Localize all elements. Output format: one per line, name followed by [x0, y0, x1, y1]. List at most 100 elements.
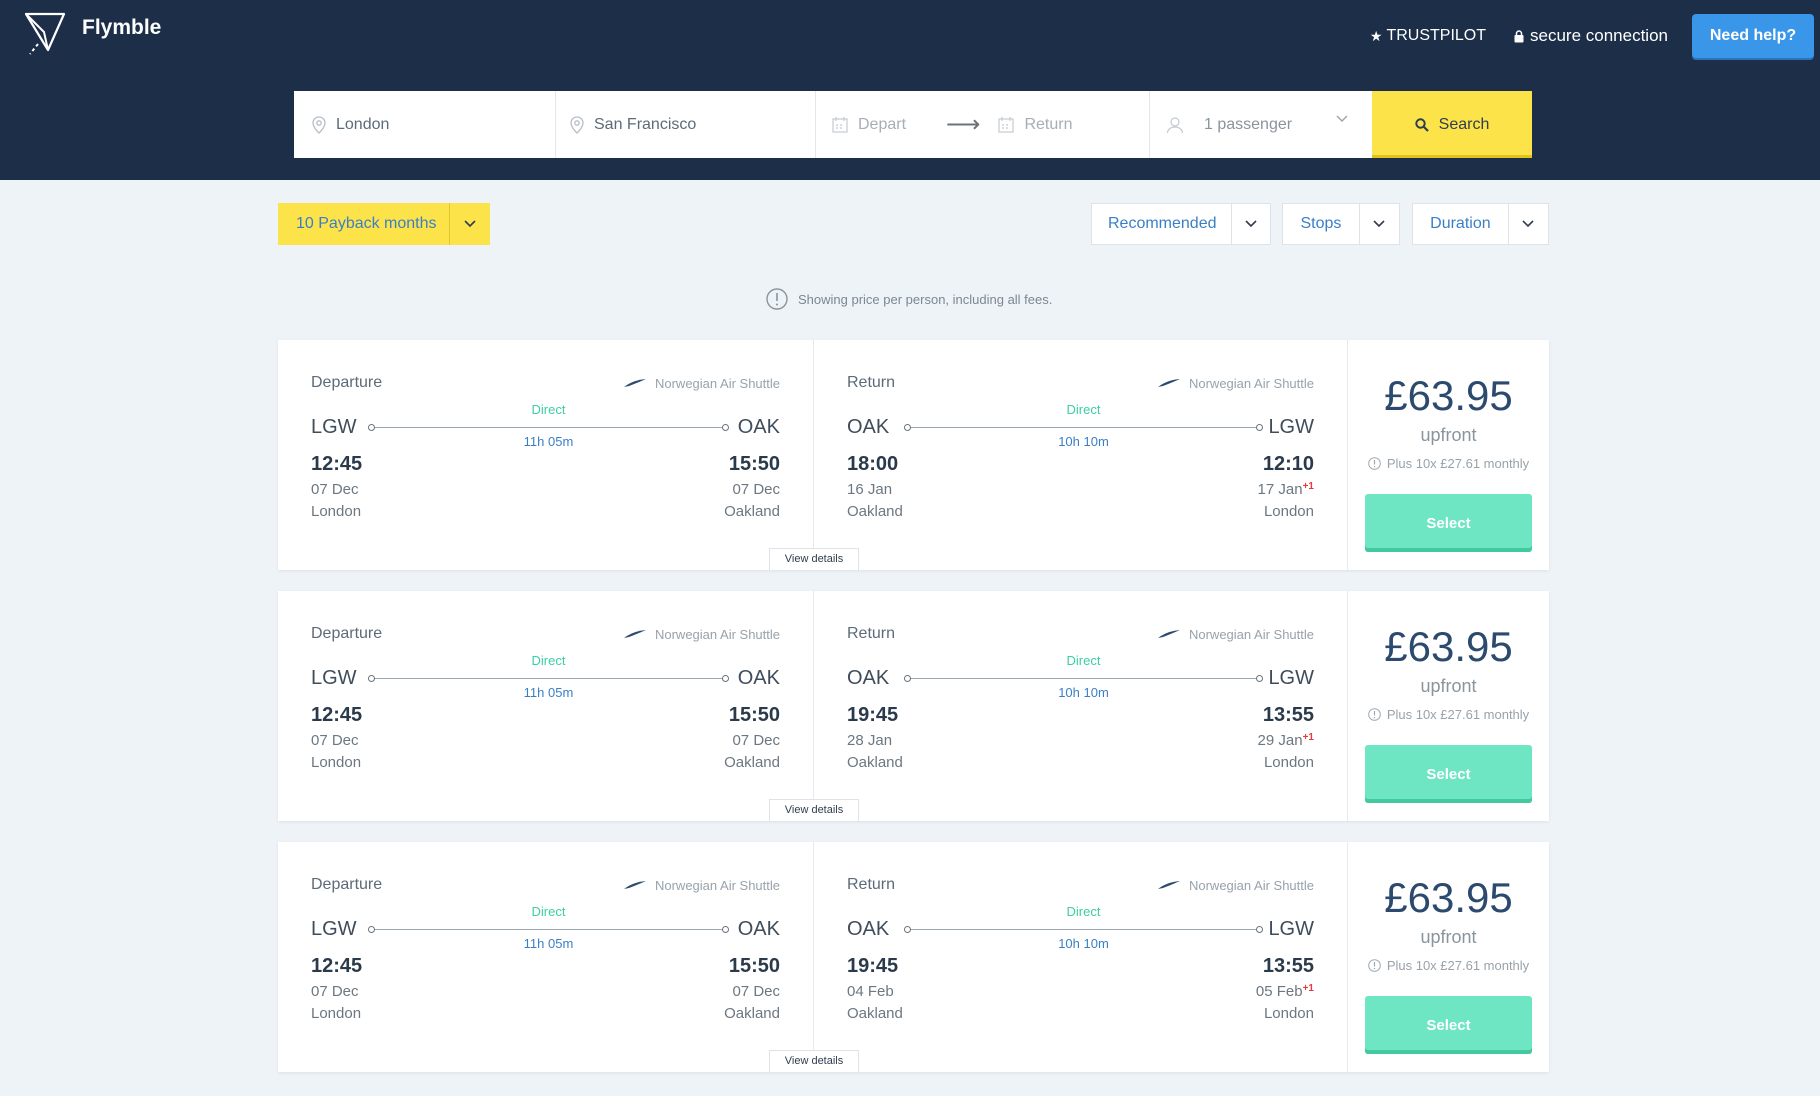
departure-date: 07 Dec	[311, 481, 359, 498]
origin-field[interactable]: London	[294, 91, 556, 158]
route-end-dot	[1256, 926, 1263, 933]
arrival-date-text: 07 Dec	[732, 983, 780, 1000]
destination-code: OAK	[737, 667, 780, 689]
duration-label: 10h 10m	[1058, 685, 1109, 700]
route-end-dot	[1256, 675, 1263, 682]
search-button[interactable]: Search	[1372, 91, 1532, 158]
brand-logo[interactable]: Flymble	[24, 10, 161, 58]
route-start-dot	[368, 424, 375, 431]
departure-date: 16 Jan	[847, 481, 893, 498]
destination-code: OAK	[737, 918, 780, 940]
arrival-date: 05 Feb+1	[1256, 983, 1314, 1000]
airline: Norwegian Air Shuttle	[1157, 627, 1314, 642]
route-line: OAK LGW Direct 10h 10m	[847, 653, 1314, 705]
route-start-dot	[368, 926, 375, 933]
route-start-dot	[368, 675, 375, 682]
outbound-leg: Departure Norwegian Air Shuttle LGW OAK …	[278, 842, 814, 1072]
airline-name: Norwegian Air Shuttle	[654, 375, 780, 391]
search-icon	[1414, 117, 1429, 132]
route-end-dot	[722, 926, 729, 933]
arrow-right-icon: ⟶	[946, 111, 981, 138]
select-button[interactable]: Select	[1365, 745, 1532, 803]
search-button-label: Search	[1438, 115, 1490, 133]
outbound-leg: Departure Norwegian Air Shuttle LGW OAK …	[278, 591, 814, 821]
stops-label: Direct	[531, 904, 566, 919]
sort-label: Recommended	[1092, 204, 1232, 244]
arrival-date: 07 Dec	[732, 983, 780, 1000]
arrival-time: 15:50	[728, 955, 780, 977]
payback-months-dropdown[interactable]: 10 Payback months	[278, 203, 490, 245]
airline-logo-icon	[623, 630, 646, 638]
route-start-dot	[904, 675, 911, 682]
stops-label: Direct	[1066, 402, 1101, 417]
arrival-date-text: 07 Dec	[732, 732, 780, 749]
origin-code: LGW	[311, 667, 357, 689]
dates-field[interactable]: Depart ⟶ Return	[816, 91, 1150, 158]
return-leg: Return Norwegian Air Shuttle OAK LGW Dir…	[814, 591, 1348, 821]
stops-label: Direct	[1066, 653, 1101, 668]
monthly-plan: Plus 10x £27.61 monthly	[1348, 456, 1549, 471]
location-pin-icon	[312, 115, 326, 134]
leg-title: Return	[847, 625, 896, 642]
route-start-dot	[904, 424, 911, 431]
price-notice-text: Showing price per person, including all …	[798, 291, 1053, 307]
brand-name: Flymble	[82, 16, 162, 39]
price-amount: £63.95	[1384, 372, 1513, 419]
departure-city: London	[311, 754, 362, 771]
chevron-down-icon[interactable]	[1232, 204, 1270, 244]
leg-title: Departure	[311, 876, 383, 893]
arrival-city: Oakland	[724, 754, 780, 771]
airline: Norwegian Air Shuttle	[623, 376, 780, 391]
destination-code: LGW	[1268, 416, 1314, 438]
select-button[interactable]: Select	[1365, 996, 1532, 1054]
return-placeholder[interactable]: Return	[1024, 116, 1072, 134]
destination-code: LGW	[1268, 918, 1314, 940]
destination-field[interactable]: San Francisco	[556, 91, 816, 158]
leg-title: Return	[847, 876, 896, 893]
sort-dropdown[interactable]: Recommended	[1091, 203, 1271, 245]
price-panel: £63.95 upfront Plus 10x £27.61 monthly S…	[1348, 842, 1549, 1072]
arrival-time: 15:50	[728, 704, 780, 726]
need-help-button[interactable]: Need help?	[1692, 14, 1814, 58]
departure-city: Oakland	[847, 1005, 903, 1022]
view-details-button[interactable]: View details	[769, 548, 859, 570]
upfront-label: upfront	[1420, 927, 1477, 947]
flight-result-card: Departure Norwegian Air Shuttle LGW OAK …	[278, 842, 1549, 1072]
trustpilot-star-icon: ★	[1369, 27, 1383, 44]
departure-city: London	[311, 1005, 362, 1022]
duration-dropdown[interactable]: Duration	[1412, 203, 1549, 245]
info-icon	[1368, 708, 1381, 721]
trustpilot-link[interactable]: ★ TRUSTPILOT	[1370, 27, 1486, 45]
route-end-dot	[722, 675, 729, 682]
stops-label: Direct	[531, 402, 566, 417]
arrival-date: 07 Dec	[732, 732, 780, 749]
duration-label: 10h 10m	[1058, 434, 1109, 449]
select-button[interactable]: Select	[1365, 494, 1532, 552]
airline-logo-icon	[623, 379, 646, 387]
departure-time: 12:45	[311, 453, 363, 475]
departure-time: 19:45	[847, 955, 899, 977]
airline-name: Norwegian Air Shuttle	[1188, 626, 1314, 642]
view-details-button[interactable]: View details	[769, 1050, 859, 1072]
route-connector: Direct 11h 05m	[368, 904, 729, 951]
depart-placeholder[interactable]: Depart	[858, 116, 906, 134]
leg-title: Return	[847, 374, 896, 391]
price-panel: £63.95 upfront Plus 10x £27.61 monthly S…	[1348, 340, 1549, 570]
route-start-dot	[904, 926, 911, 933]
view-details-button[interactable]: View details	[769, 799, 859, 821]
duration-label: 11h 05m	[523, 936, 574, 951]
chevron-down-icon[interactable]	[1509, 204, 1548, 244]
chevron-down-icon[interactable]	[450, 203, 490, 245]
stops-dropdown[interactable]: Stops	[1282, 203, 1400, 245]
paper-plane-icon	[24, 12, 66, 55]
origin-code: LGW	[311, 416, 357, 438]
departure-city: Oakland	[847, 754, 903, 771]
leg-title: Departure	[311, 374, 383, 391]
chevron-down-icon[interactable]	[1360, 204, 1399, 244]
departure-city: London	[311, 503, 362, 520]
passengers-field[interactable]: 1 passenger	[1150, 91, 1372, 158]
route-connector: Direct 10h 10m	[904, 653, 1263, 700]
departure-date: 04 Feb	[847, 983, 894, 1000]
chevron-down-icon	[1336, 115, 1348, 122]
passengers-value: 1 passenger	[1204, 115, 1293, 133]
